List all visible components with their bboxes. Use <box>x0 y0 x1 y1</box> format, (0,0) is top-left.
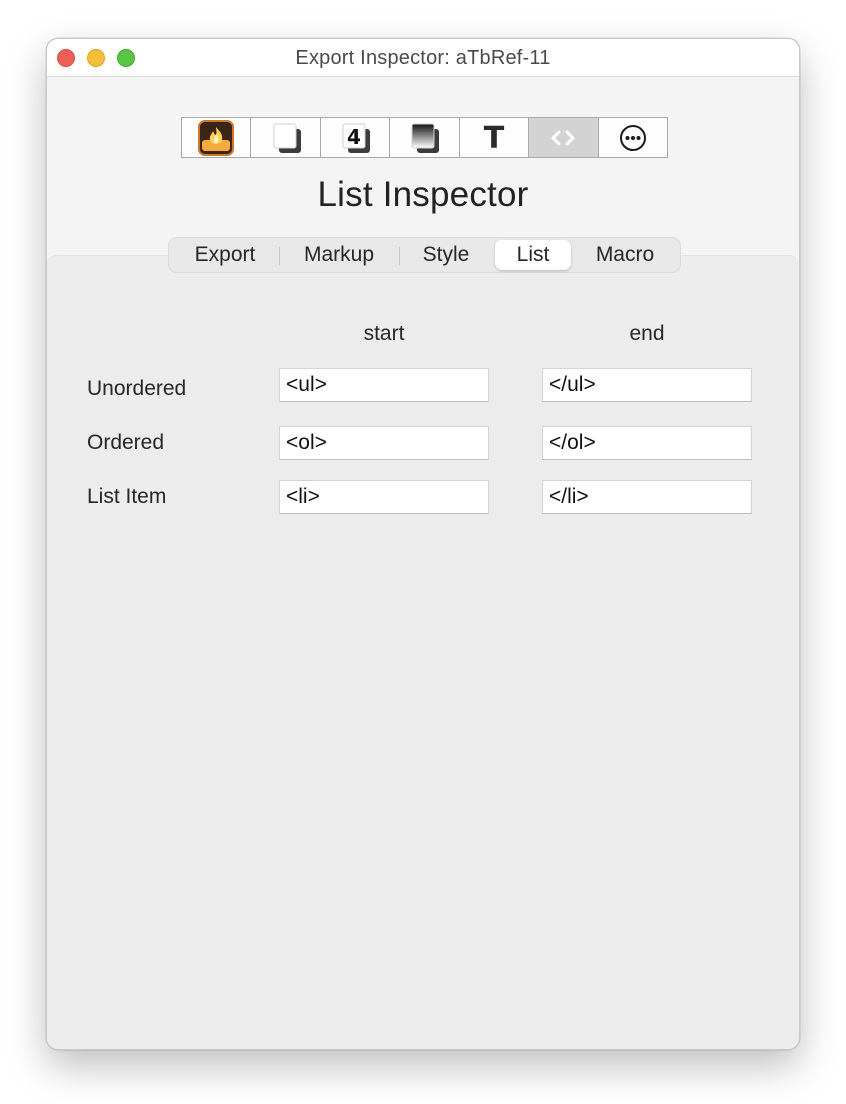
action-inspector-button[interactable] <box>390 118 460 157</box>
appearance-inspector-button[interactable] <box>251 118 321 157</box>
tab-markup[interactable]: Markup <box>281 240 397 270</box>
list-item-start-field[interactable] <box>279 480 489 514</box>
export-inspector-window: Export Inspector: aTbRef-11 4 T List Ins… <box>46 38 800 1050</box>
svg-text:4: 4 <box>347 125 361 149</box>
text-inspector-button[interactable]: T <box>460 118 530 157</box>
gradient-square-icon <box>411 123 440 153</box>
tab-divider <box>279 247 280 265</box>
window-title: Export Inspector: aTbRef-11 <box>295 47 551 69</box>
tab-style[interactable]: Style <box>401 240 491 270</box>
tab-divider <box>399 247 400 265</box>
inspector-tab-bar: Export Markup Style List Macro <box>168 237 681 273</box>
angle-brackets-icon <box>551 130 575 145</box>
ellipsis-circle-icon <box>619 124 646 151</box>
list-panel: start end Unordered Ordered List Item <box>47 255 799 1049</box>
more-inspector-button[interactable] <box>599 118 667 157</box>
tab-list[interactable]: List <box>495 240 571 270</box>
ordered-start-field[interactable] <box>279 426 489 460</box>
row-label-ordered: Ordered <box>87 431 165 454</box>
note-page-icon <box>273 123 301 153</box>
unordered-start-field[interactable] <box>279 368 489 402</box>
inspector-toolbar: 4 T <box>181 117 668 158</box>
number-4-icon: 4 <box>342 123 371 153</box>
list-item-end-field[interactable] <box>542 480 752 514</box>
ordered-end-field[interactable] <box>542 426 752 460</box>
tab-export[interactable]: Export <box>173 240 277 270</box>
text-t-icon: T <box>484 121 505 156</box>
general-inspector-button[interactable] <box>182 118 252 157</box>
export-inspector-button[interactable] <box>529 118 599 157</box>
title-bar[interactable]: Export Inspector: aTbRef-11 <box>47 39 799 77</box>
svg-text:T: T <box>484 121 505 156</box>
row-label-list-item: List Item <box>87 485 167 508</box>
inspector-heading: List Inspector <box>317 175 529 214</box>
start-column-header: start <box>363 322 405 345</box>
tab-macro[interactable]: Macro <box>575 240 675 270</box>
properties-inspector-button[interactable]: 4 <box>321 118 391 157</box>
end-column-header: end <box>629 322 665 345</box>
row-label-unordered: Unordered <box>87 377 187 400</box>
flame-icon <box>198 119 235 156</box>
unordered-end-field[interactable] <box>542 368 752 402</box>
